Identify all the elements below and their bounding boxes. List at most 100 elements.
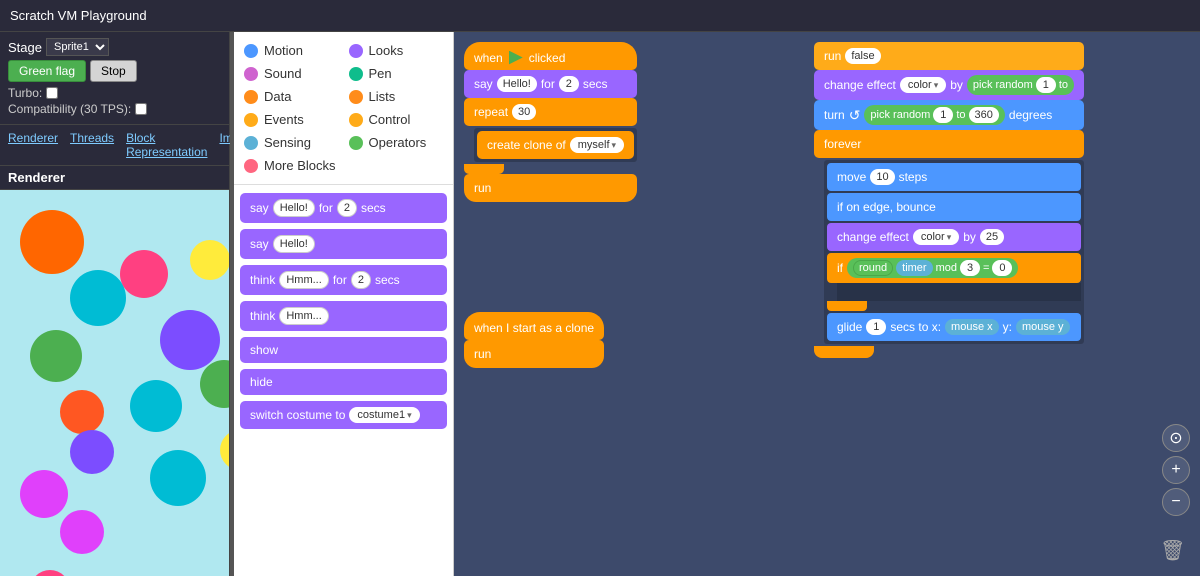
block-repeat[interactable]: repeat 30 <box>464 98 637 126</box>
category-operators[interactable]: Operators <box>345 132 448 153</box>
block-hat-clone[interactable]: when I start as a clone <box>464 312 604 340</box>
category-motion[interactable]: Motion <box>240 40 343 61</box>
button-row: Green flag Stop <box>8 60 221 82</box>
ball-5 <box>190 240 229 280</box>
block-hide-label: hide <box>250 375 273 389</box>
zoom-in-button[interactable]: + <box>1162 456 1190 484</box>
pick-random-block[interactable]: pick random 1 to <box>967 75 1074 95</box>
cat-label-pen: Pen <box>369 66 392 81</box>
block-think-for[interactable]: think Hmm... for 2 secs <box>240 265 447 295</box>
block-switch-costume-input1[interactable]: costume1 <box>349 407 419 423</box>
blocks-list: say Hello! for 2 secs say Hello! think H… <box>234 185 453 576</box>
category-events[interactable]: Events <box>240 109 343 130</box>
category-control[interactable]: Control <box>345 109 448 130</box>
ball-13 <box>20 470 68 518</box>
block-say-for-input2[interactable]: 2 <box>337 199 357 217</box>
block-create-clone[interactable]: create clone of myself <box>477 131 634 159</box>
category-more-blocks[interactable]: More Blocks <box>240 155 343 176</box>
block-say-for-2[interactable]: say Hello! for 2 secs <box>464 70 637 98</box>
block-say-for-input1[interactable]: Hello! <box>273 199 315 217</box>
block-run-clone[interactable]: run <box>464 340 604 368</box>
block-change-effect[interactable]: change effect color by pick random 1 to <box>814 70 1084 100</box>
block-bounce[interactable]: if on edge, bounce <box>827 193 1081 221</box>
mouse-y-block: mouse y <box>1016 319 1070 335</box>
cat-dot-more blocks <box>244 159 258 173</box>
timer-input[interactable]: timer <box>896 260 932 276</box>
say-hello-input[interactable]: Hello! <box>497 76 537 92</box>
block-say-label: say <box>250 237 269 251</box>
stage-label: Stage <box>8 40 42 55</box>
pick-random-2-block[interactable]: pick random 1 to 360 <box>864 105 1004 125</box>
block-run[interactable]: run <box>464 174 637 202</box>
repeat-inner: create clone of myself <box>474 128 637 162</box>
category-pen[interactable]: Pen <box>345 63 448 84</box>
zoom-fit-button[interactable]: ⊙ <box>1162 424 1190 452</box>
ball-2 <box>30 330 82 382</box>
block-run-false[interactable]: run false <box>814 42 1084 70</box>
turbo-checkbox[interactable] <box>46 87 58 99</box>
block-change-effect-2[interactable]: change effect color by 25 <box>827 223 1081 251</box>
cat-label-more blocks: More Blocks <box>264 158 336 173</box>
category-sensing[interactable]: Sensing <box>240 132 343 153</box>
block-show[interactable]: show <box>240 337 447 363</box>
repeat-input[interactable]: 30 <box>512 104 536 120</box>
block-think-for-input1[interactable]: Hmm... <box>279 271 328 289</box>
app-title: Scratch VM Playground <box>10 8 147 23</box>
effect-dropdown[interactable]: color <box>900 77 946 93</box>
tab-block-representation[interactable]: Block Representation <box>126 131 207 159</box>
zoom-controls: ⊙ + − <box>1162 424 1190 516</box>
ball-23 <box>60 510 104 554</box>
turn-icon: ↺ <box>849 107 861 124</box>
tab-renderer[interactable]: Renderer <box>8 131 58 159</box>
block-think[interactable]: think Hmm... <box>240 301 447 331</box>
stack-green-flag: when clicked say Hello! for 2 secs repea… <box>464 42 637 202</box>
hat-clicked-label: clicked <box>529 51 566 65</box>
block-switch-costume-label: switch costume to <box>250 408 345 422</box>
compat-checkbox[interactable] <box>135 103 147 115</box>
title-bar: Scratch VM Playground <box>0 0 1200 32</box>
cat-label-motion: Motion <box>264 43 303 58</box>
block-think-for-end: secs <box>375 273 400 287</box>
move-input[interactable]: 10 <box>870 169 894 185</box>
block-forever[interactable]: forever <box>814 130 1084 158</box>
run-false-input[interactable]: false <box>845 48 880 64</box>
block-glide[interactable]: glide 1 secs to x: mouse x y: mouse y <box>827 313 1081 341</box>
block-if[interactable]: if round timer mod 3 = 0 <box>827 253 1081 283</box>
glide-secs-input[interactable]: 1 <box>866 319 886 335</box>
cat-dot-sound <box>244 67 258 81</box>
cat-dot-sensing <box>244 136 258 150</box>
flag-icon <box>509 51 523 65</box>
block-think-input1[interactable]: Hmm... <box>279 307 328 325</box>
clone-of-dropdown[interactable]: myself <box>570 137 624 153</box>
cat-label-sound: Sound <box>264 66 302 81</box>
block-say-input1[interactable]: Hello! <box>273 235 315 253</box>
block-say-for[interactable]: say Hello! for 2 secs <box>240 193 447 223</box>
block-switch-costume[interactable]: switch costume to costume1 <box>240 401 447 429</box>
block-move[interactable]: move 10 steps <box>827 163 1081 191</box>
block-say[interactable]: say Hello! <box>240 229 447 259</box>
category-sound[interactable]: Sound <box>240 63 343 84</box>
round-expr[interactable]: round timer mod 3 = 0 <box>847 258 1018 278</box>
block-say-for-end: secs <box>361 201 386 215</box>
stack-clone: when I start as a clone run <box>464 312 604 368</box>
stop-button[interactable]: Stop <box>90 60 137 82</box>
block-hat-flag[interactable]: when clicked <box>464 42 637 70</box>
tab-threads[interactable]: Threads <box>70 131 114 159</box>
turbo-label: Turbo: <box>8 86 42 100</box>
category-lists[interactable]: Lists <box>345 86 448 107</box>
green-flag-button[interactable]: Green flag <box>8 60 86 82</box>
zoom-out-button[interactable]: − <box>1162 488 1190 516</box>
block-think-for-input2[interactable]: 2 <box>351 271 371 289</box>
category-data[interactable]: Data <box>240 86 343 107</box>
block-hide[interactable]: hide <box>240 369 447 395</box>
ball-3 <box>120 250 168 298</box>
sprite-select[interactable]: Sprite1 <box>46 38 109 56</box>
block-turn[interactable]: turn ↺ pick random 1 to 360 degrees <box>814 100 1084 130</box>
category-looks[interactable]: Looks <box>345 40 448 61</box>
effect-amount-input[interactable]: 25 <box>980 229 1004 245</box>
trash-icon[interactable]: 🗑 <box>1160 538 1188 566</box>
say-2-input[interactable]: 2 <box>559 76 579 92</box>
category-list: Motion Looks Sound Pen DataListsEventsContro… <box>234 32 453 185</box>
effect-2-dropdown[interactable]: color <box>913 229 959 245</box>
cat-dot-lists <box>349 90 363 104</box>
